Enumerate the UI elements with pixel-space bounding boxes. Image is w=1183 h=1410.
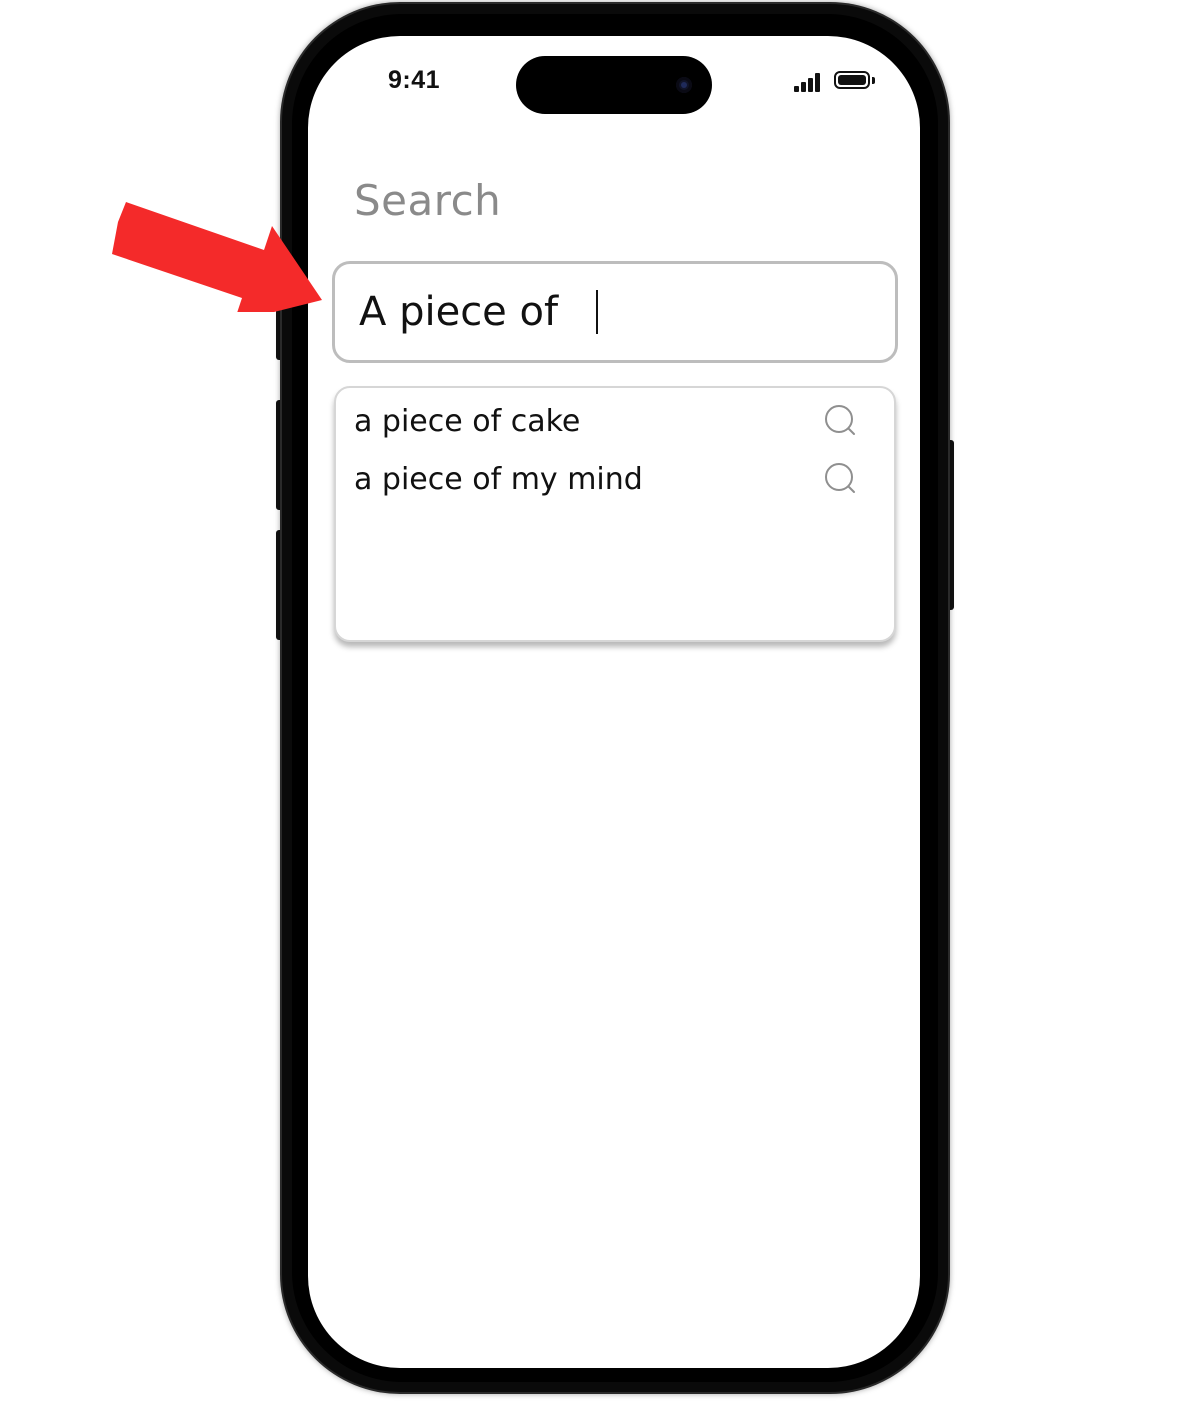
suggestion-item[interactable]: a piece of cake <box>354 396 858 446</box>
search-icon <box>825 405 855 435</box>
battery-level <box>838 75 866 85</box>
cellular-signal-icon <box>794 72 822 92</box>
front-camera-icon <box>676 77 692 93</box>
dynamic-island <box>516 56 712 114</box>
suggestion-label: a piece of my mind <box>354 461 643 497</box>
stage: 9:41 Search A piece of a piece of cake a… <box>0 0 1183 1410</box>
page-title: Search <box>354 176 502 225</box>
red-arrow-icon <box>112 202 322 312</box>
status-time: 9:41 <box>388 66 441 94</box>
suggestion-label: a piece of cake <box>354 403 581 439</box>
battery-cap <box>872 77 875 84</box>
suggestions-dropdown: a piece of cake a piece of my mind <box>334 386 896 642</box>
search-input-value: A piece of <box>359 289 559 335</box>
phone-screen: 9:41 Search A piece of a piece of cake a… <box>308 36 920 1368</box>
text-caret <box>596 290 599 334</box>
battery-icon <box>834 71 870 89</box>
search-icon <box>825 463 855 493</box>
suggestion-item[interactable]: a piece of my mind <box>354 454 858 504</box>
phone-frame: 9:41 Search A piece of a piece of cake a… <box>282 4 948 1392</box>
search-input[interactable]: A piece of <box>332 261 898 363</box>
